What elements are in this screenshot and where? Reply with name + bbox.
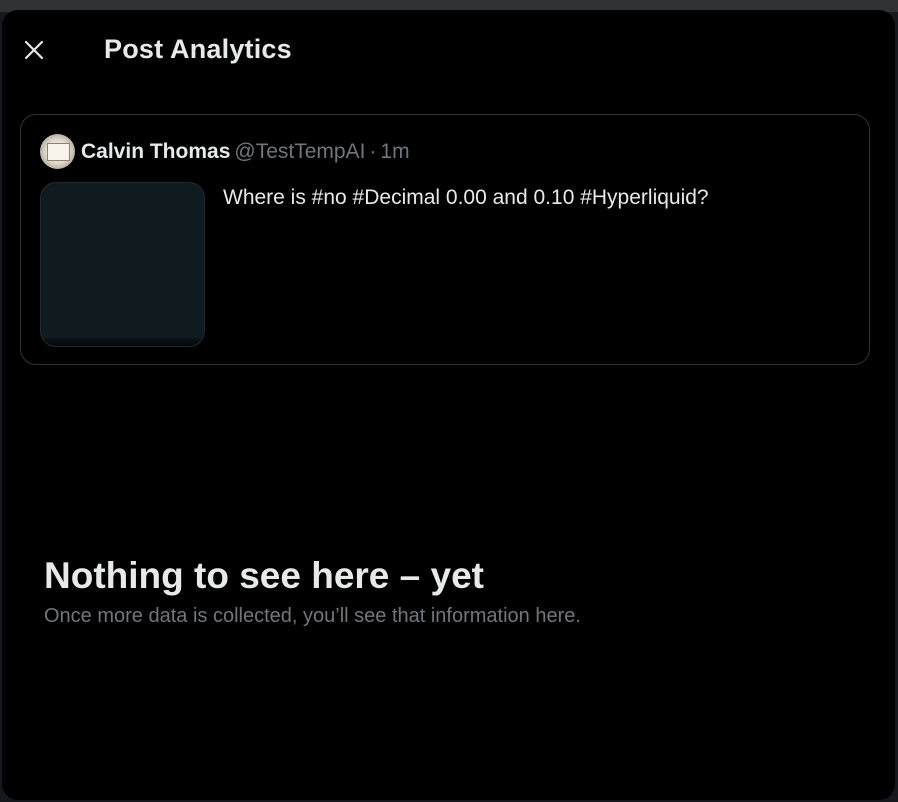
post-preview-card[interactable]: Calvin Thomas @TestTempAI · 1m Where is #no… <box>20 114 870 365</box>
modal-title: Post Analytics <box>104 34 292 64</box>
meta-separator: · <box>369 140 377 163</box>
post-analytics-modal: Post Analytics Calvin Thomas @TestTempAI ·… <box>2 10 895 800</box>
thumbnail-shade <box>41 338 204 346</box>
author-name[interactable]: Calvin Thomas <box>81 140 230 163</box>
modal-header: Post Analytics <box>2 10 895 94</box>
post-media-thumbnail[interactable] <box>40 182 205 347</box>
post-text: Where is #no #Decimal 0.00 and 0.10 #Hyp… <box>223 186 709 209</box>
close-icon <box>24 40 44 60</box>
author-handle[interactable]: @TestTempAI <box>234 140 365 163</box>
avatar[interactable] <box>40 134 75 169</box>
avatar-image <box>47 143 70 161</box>
empty-state-subtitle: Once more data is collected, you’ll see … <box>44 605 581 627</box>
post-timestamp[interactable]: 1m <box>380 140 409 163</box>
empty-state-title: Nothing to see here – yet <box>44 555 484 596</box>
close-button[interactable] <box>16 32 52 68</box>
post-author-line: Calvin Thomas @TestTempAI · 1m <box>81 140 410 164</box>
